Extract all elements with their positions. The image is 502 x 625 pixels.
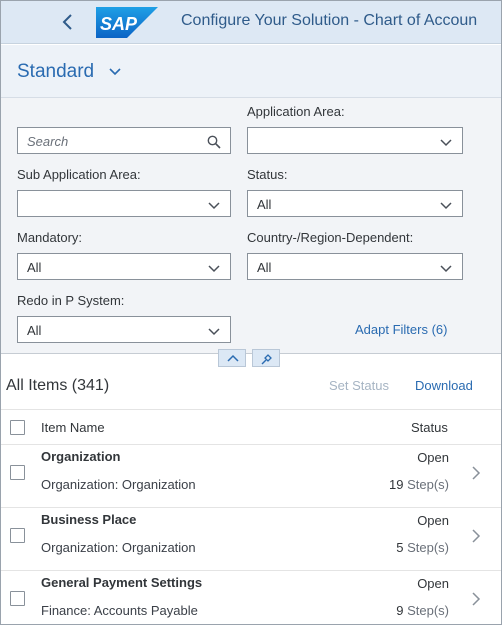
variant-bar: Standard	[1, 45, 501, 98]
item-steps: 19 Step(s)	[389, 477, 449, 492]
chevron-down-icon	[208, 202, 220, 210]
adapt-filters-link[interactable]: Adapt Filters (6)	[355, 322, 447, 337]
variant-selector[interactable]: Standard	[17, 61, 94, 83]
column-header-item-name[interactable]: Item Name	[41, 420, 105, 435]
item-steps-count: 9	[396, 603, 404, 618]
chevron-down-icon[interactable]	[108, 67, 122, 77]
redo-in-p-system-select[interactable]: All	[17, 316, 231, 343]
back-arrow-icon[interactable]	[57, 9, 79, 35]
chevron-down-icon	[440, 202, 452, 210]
table-toolbar: All Items (341) Set Status Download	[1, 369, 501, 409]
mandatory-label: Mandatory:	[17, 230, 83, 245]
item-steps-unit: Step(s)	[407, 477, 449, 492]
status-value: All	[257, 197, 272, 212]
chevron-down-icon	[440, 265, 452, 273]
header-collapse-bar	[1, 349, 501, 367]
sub-application-area-label: Sub Application Area:	[17, 167, 141, 182]
table-header: Item Name Status	[1, 409, 501, 445]
item-steps-count: 5	[396, 540, 404, 555]
mandatory-select[interactable]: All	[17, 253, 231, 280]
country-region-dependent-select[interactable]: All	[247, 253, 463, 280]
status-select[interactable]: All	[247, 190, 463, 217]
item-name: Organization	[41, 449, 121, 464]
item-steps-count: 19	[389, 477, 404, 492]
row-checkbox[interactable]	[10, 528, 25, 543]
item-status: Open	[417, 450, 449, 465]
app-title: Configure Your Solution - Chart of Accou…	[181, 12, 478, 29]
item-status: Open	[417, 576, 449, 591]
item-name: General Payment Settings	[41, 575, 203, 590]
pin-header-button[interactable]	[252, 349, 280, 367]
item-area: Organization: Organization	[41, 540, 196, 555]
chevron-down-icon	[208, 265, 220, 273]
redo-in-p-system-value: All	[27, 323, 42, 338]
application-area-label: Application Area:	[247, 104, 345, 119]
redo-in-p-system-label: Redo in P System:	[17, 293, 125, 308]
chevron-down-icon	[440, 139, 452, 147]
row-checkbox[interactable]	[10, 591, 25, 606]
chevron-right-icon[interactable]	[471, 591, 481, 607]
item-steps: 5 Step(s)	[396, 540, 449, 555]
mandatory-value: All	[27, 260, 42, 275]
set-status-button[interactable]: Set Status	[329, 378, 389, 393]
item-area: Organization: Organization	[41, 477, 196, 492]
country-region-dependent-value: All	[257, 260, 272, 275]
search-input[interactable]: Search	[17, 127, 231, 154]
chevron-down-icon	[208, 328, 220, 336]
table-row[interactable]: Organization Organization: Organization …	[1, 445, 501, 508]
country-region-dependent-label: Country-/Region-Dependent:	[247, 230, 414, 245]
sap-logo[interactable]: SAP	[96, 7, 158, 38]
table-row[interactable]: General Payment Settings Finance: Accoun…	[1, 571, 501, 625]
search-icon[interactable]	[207, 135, 221, 149]
item-area: Finance: Accounts Payable	[41, 603, 198, 618]
chevron-right-icon[interactable]	[471, 465, 481, 481]
collapse-header-button[interactable]	[218, 349, 246, 367]
sub-application-area-select[interactable]	[17, 190, 231, 217]
status-label: Status:	[247, 167, 288, 182]
application-area-select[interactable]	[247, 127, 463, 154]
shell-bar: SAP Configure Your Solution - Chart of A…	[1, 1, 501, 44]
pin-icon	[261, 354, 272, 365]
chevron-right-icon[interactable]	[471, 528, 481, 544]
item-steps-unit: Step(s)	[407, 540, 449, 555]
item-name: Business Place	[41, 512, 137, 527]
column-header-status[interactable]: Status	[411, 420, 448, 435]
table-title: All Items (341)	[6, 377, 110, 394]
download-button[interactable]: Download	[415, 378, 473, 393]
sap-logo-text: SAP	[100, 14, 138, 34]
row-checkbox[interactable]	[10, 465, 25, 480]
search-placeholder: Search	[27, 134, 69, 149]
chevron-up-icon	[227, 354, 239, 362]
item-steps-unit: Step(s)	[407, 603, 449, 618]
select-all-checkbox[interactable]	[10, 420, 25, 435]
table-row[interactable]: Business Place Organization: Organizatio…	[1, 508, 501, 571]
item-status: Open	[417, 513, 449, 528]
item-steps: 9 Step(s)	[396, 603, 449, 618]
